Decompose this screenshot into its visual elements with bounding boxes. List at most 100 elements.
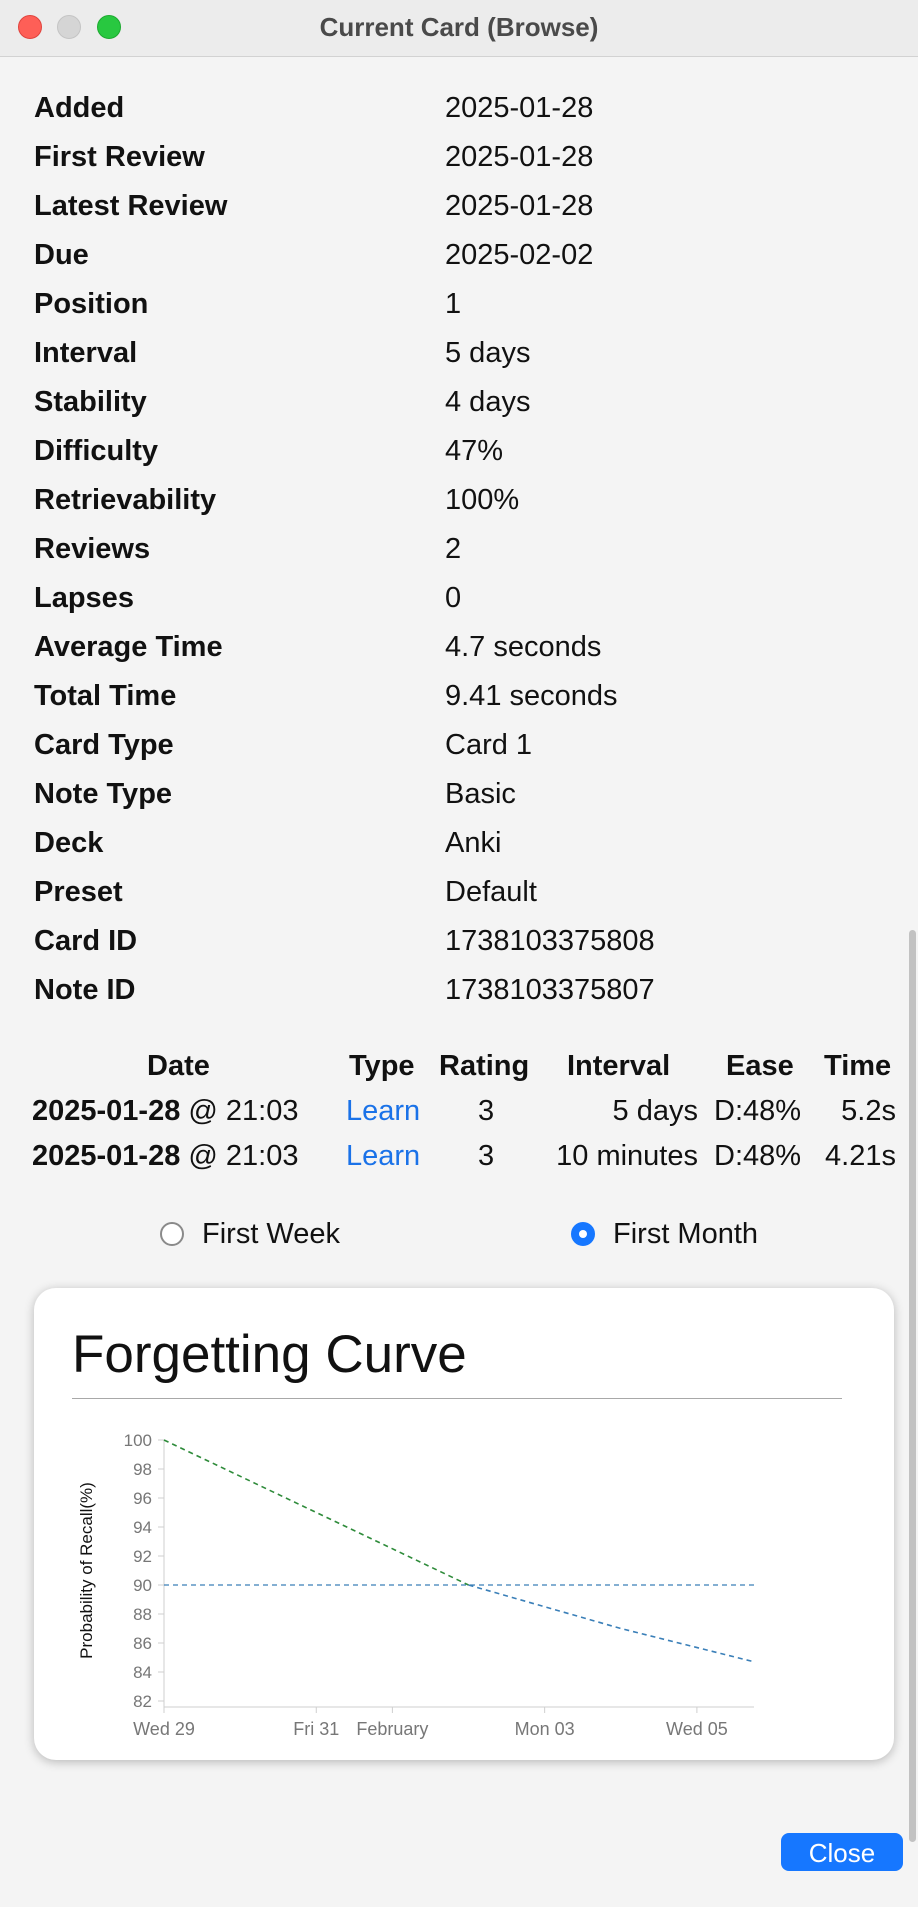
info-label: Preset [34, 876, 123, 908]
info-label: First Review [34, 141, 205, 173]
review-date: 2025-01-28 @ 21:03 [32, 1140, 298, 1173]
scrollbar[interactable] [908, 56, 918, 1907]
info-value: 4.7 seconds [445, 631, 602, 663]
curve-series-1 [468, 1584, 755, 1663]
info-value: 2025-02-02 [445, 239, 594, 271]
info-label: Average Time [34, 631, 223, 663]
info-row: Card Type Card 1 [34, 723, 854, 772]
y-axis-label: Probability of Recall(%) [77, 1482, 96, 1659]
review-rating: 3 [478, 1140, 495, 1172]
info-label: Interval [34, 337, 138, 369]
info-label: Position [34, 288, 149, 320]
info-label: Total Time [34, 680, 177, 712]
x-tick-label: Fri 31 [293, 1719, 339, 1739]
review-interval: 10 minutes [556, 1140, 698, 1172]
review-ease: D:48% [714, 1095, 802, 1127]
header-interval: Interval [567, 1050, 671, 1082]
info-label: Latest Review [34, 190, 228, 222]
forgetting-curve-chart: 82 84 86 88 90 92 94 96 98 100 Wed 29 Fri 31 Februar… [77, 1431, 755, 1739]
close-button[interactable]: Close [781, 1833, 903, 1871]
x-tick-label: Wed 05 [666, 1719, 728, 1739]
info-value: 2 [445, 533, 462, 565]
y-tick-label: 90 [133, 1576, 152, 1595]
review-date-time: @ 21:03 [188, 1140, 299, 1172]
header-ease: Ease [726, 1050, 794, 1082]
review-date-time: @ 21:03 [188, 1095, 299, 1127]
info-row: Interval 5 days [34, 331, 854, 380]
review-rating: 3 [478, 1095, 495, 1127]
info-label: Note ID [34, 974, 136, 1006]
info-row: Total Time 9.41 seconds [34, 674, 854, 723]
info-row: Difficulty 47% [34, 429, 854, 478]
review-date-day: 2025-01-28 [32, 1095, 181, 1127]
x-tick-label: Mon 03 [515, 1719, 575, 1739]
info-value: 100% [445, 484, 520, 516]
y-tick-label: 96 [133, 1489, 152, 1508]
radio-first-week-label[interactable]: First Week [202, 1218, 340, 1251]
header-date: Date [147, 1050, 210, 1082]
info-label: Note Type [34, 778, 173, 810]
info-row: Position 1 [34, 282, 854, 331]
info-value: 2025-01-28 [445, 141, 594, 173]
info-label: Retrievability [34, 484, 217, 516]
info-value: 5 days [445, 337, 531, 369]
review-time: 5.2s [841, 1095, 896, 1127]
info-value: 1 [445, 288, 462, 320]
info-row: Due 2025-02-02 [34, 233, 854, 282]
radio-first-month-circle[interactable] [571, 1222, 595, 1246]
review-type-link[interactable]: Learn [346, 1140, 420, 1173]
info-row: First Review 2025-01-28 [34, 135, 854, 184]
info-value: Default [445, 876, 537, 908]
y-tick-label: 86 [133, 1634, 152, 1653]
x-tick-label: February [356, 1719, 428, 1739]
x-tick-label: Wed 29 [133, 1719, 195, 1739]
info-row: Latest Review 2025-01-28 [34, 184, 854, 233]
info-row: Stability 4 days [34, 380, 854, 429]
info-row: Retrievability 100% [34, 478, 854, 527]
review-type-link[interactable]: Learn [346, 1095, 420, 1128]
review-ease: D:48% [714, 1140, 802, 1172]
y-tick-label: 88 [133, 1605, 152, 1624]
info-label: Deck [34, 827, 104, 859]
info-row: Lapses 0 [34, 576, 854, 625]
info-value: 47% [445, 435, 504, 467]
review-row: 2025-01-28 @ 21:03 Learn 3 5 days D:48% 5.2s [0, 1095, 918, 1139]
info-row: Card ID 1738103375808 [34, 919, 854, 968]
review-time: 4.21s [825, 1140, 896, 1172]
y-tick-label: 84 [133, 1663, 152, 1682]
radio-first-month-label[interactable]: First Month [613, 1218, 758, 1251]
info-row: Note ID 1738103375807 [34, 968, 854, 1017]
info-label: Lapses [34, 582, 134, 614]
curve-series-0 [163, 1439, 469, 1586]
forgetting-curve-card: Forgetting Curve 82 84 86 88 90 92 94 96 98 100 We… [34, 1288, 894, 1760]
header-rating: Rating [439, 1050, 530, 1082]
y-tick-label: 92 [133, 1547, 152, 1566]
info-value: Card 1 [445, 729, 533, 761]
info-row: Deck Anki [34, 821, 854, 870]
info-row: Reviews 2 [34, 527, 854, 576]
header-time: Time [824, 1050, 892, 1082]
radio-first-week-circle[interactable] [160, 1222, 184, 1246]
review-interval: 5 days [612, 1095, 698, 1127]
info-value: 4 days [445, 386, 531, 418]
y-tick-label: 82 [133, 1692, 152, 1711]
info-value: 1738103375808 [445, 925, 655, 957]
window-title: Current Card (Browse) [319, 12, 599, 42]
review-row: 2025-01-28 @ 21:03 Learn 3 10 minutes D:48% 4… [0, 1140, 918, 1184]
y-tick-label: 100 [124, 1431, 152, 1450]
info-row: Added 2025-01-28 [34, 86, 854, 135]
info-value: 9.41 seconds [445, 680, 618, 712]
info-label: Reviews [34, 533, 151, 565]
info-value: Anki [445, 827, 502, 859]
info-label: Card Type [34, 729, 174, 761]
card-info-table: Added 2025-01-28 First Review 2025-01-28 Lat… [34, 86, 854, 1017]
review-date-day: 2025-01-28 [32, 1140, 181, 1172]
info-label: Stability [34, 386, 147, 418]
review-date: 2025-01-28 @ 21:03 [32, 1095, 298, 1128]
info-row: Note Type Basic [34, 772, 854, 821]
info-value: Basic [445, 778, 516, 810]
info-row: Preset Default [34, 870, 854, 919]
info-value: 2025-01-28 [445, 92, 594, 124]
info-value: 2025-01-28 [445, 190, 594, 222]
info-label: Difficulty [34, 435, 159, 467]
